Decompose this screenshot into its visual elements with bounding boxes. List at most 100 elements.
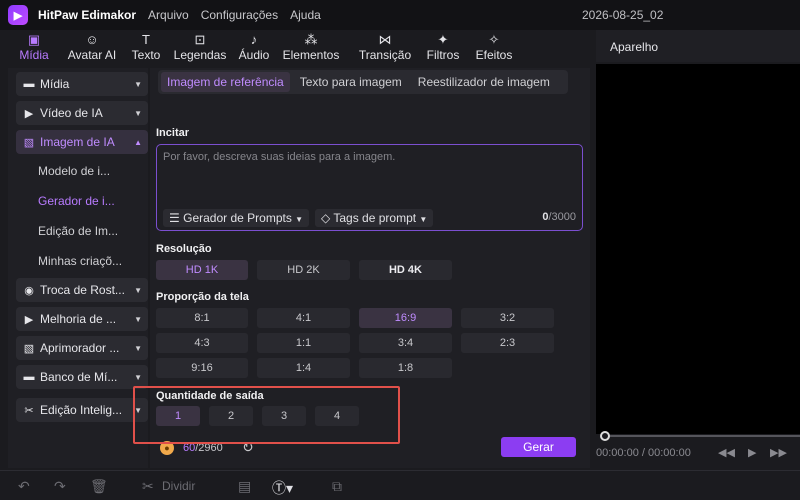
prompt-textarea[interactable]: Por favor, descreva suas ideias para a i… [156, 144, 583, 231]
playback-scrubber[interactable] [604, 435, 800, 437]
text-icon: T [142, 32, 150, 47]
aspect-option[interactable]: 3:2 [461, 308, 554, 328]
aspect-option[interactable]: 16:9 [359, 308, 452, 328]
sidebar-item-label: Troca de Rost... [40, 283, 125, 297]
generator-tabs: Imagem de referência Texto para imagem R… [158, 70, 568, 94]
tool-tabs: ▣ Mídia ☺ Avatar AI T Texto ⊡ Legendas ♪… [0, 30, 590, 66]
undo-icon[interactable]: ↶ [18, 478, 30, 495]
resolution-option-1k[interactable]: HD 1K [156, 260, 248, 280]
sidebar: ▬ Mídia ▼ ▶ Vídeo de IA ▼ ▧ Imagem de IA… [8, 68, 148, 468]
aspect-option[interactable]: 1:1 [257, 333, 350, 353]
preview-screen [596, 64, 800, 434]
sidebar-sub-modelo[interactable]: Modelo de i... [38, 164, 110, 178]
aspect-option[interactable]: 4:3 [156, 333, 248, 353]
sidebar-item-midia[interactable]: ▬ Mídia ▼ [16, 72, 148, 96]
filter-icon: ✦ [437, 32, 449, 47]
app-logo-icon: ▶ [8, 5, 28, 25]
tab-legendas-label: Legendas [173, 48, 227, 62]
prompt-list-icon: ☰ [169, 211, 180, 225]
aspect-option[interactable]: 9:16 [156, 358, 248, 378]
export-frame-icon[interactable]: ⧉ [332, 478, 342, 495]
prompt-tags-button[interactable]: ◇ Tags de prompt ▼ [315, 209, 434, 227]
play-icon[interactable]: ▶ [748, 446, 756, 459]
menu-arquivo[interactable]: Arquivo [148, 8, 189, 22]
aspect-option[interactable]: 8:1 [156, 308, 248, 328]
sidebar-item-banco-midia[interactable]: ▬ Banco de Mí... ▼ [16, 365, 148, 389]
aspect-option[interactable]: 2:3 [461, 333, 554, 353]
generate-button[interactable]: Gerar [501, 437, 576, 457]
sidebar-item-label: Vídeo de IA [40, 106, 103, 120]
aspect-option[interactable]: 3:4 [359, 333, 452, 353]
sidebar-item-troca-rosto[interactable]: ◉ Troca de Rost... ▼ [16, 278, 148, 302]
tab-texto-para-imagem[interactable]: Texto para imagem [294, 72, 408, 92]
scissors-icon: ✂ [24, 404, 34, 417]
transition-icon: ⋈ [378, 32, 392, 47]
tab-audio[interactable]: ♪ Áudio [236, 30, 272, 66]
sidebar-item-aprimorador[interactable]: ▧ Aprimorador ... ▼ [16, 336, 148, 360]
playback-time: 00:00:00 / 00:00:00 [596, 447, 691, 459]
sidebar-sub-edicao[interactable]: Edição de Im... [38, 224, 118, 238]
face-swap-icon: ◉ [24, 284, 34, 297]
resolution-label: Resolução [156, 243, 212, 255]
menu-configuracoes[interactable]: Configurações [201, 8, 278, 22]
split-button[interactable]: Dividir [162, 479, 195, 493]
sidebar-item-video-ia[interactable]: ▶ Vídeo de IA ▼ [16, 101, 148, 125]
aspect-ratio-label: Proporção da tela [156, 291, 249, 303]
prompt-generator-button[interactable]: ☰ Gerador de Prompts ▼ [163, 209, 310, 227]
image-enhancer-icon: ▧ [23, 342, 35, 355]
aspect-option[interactable]: 1:4 [257, 358, 350, 378]
chevron-up-icon: ▲ [134, 137, 142, 147]
sidebar-item-imagem-ia[interactable]: ▧ Imagem de IA ▲ [16, 130, 148, 154]
resolution-option-4k[interactable]: HD 4K [359, 260, 452, 280]
sidebar-sub-criacoes[interactable]: Minhas criaçõ... [38, 254, 122, 268]
tab-imagem-referencia[interactable]: Imagem de referência [161, 72, 290, 92]
prompt-label: Incitar [156, 127, 190, 139]
aspect-option[interactable]: 4:1 [257, 308, 350, 328]
tab-texto[interactable]: T Texto [128, 30, 164, 66]
delete-icon[interactable]: 🗑 [90, 478, 108, 495]
highlight-frame [133, 386, 400, 444]
preview-header: Aparelho [596, 30, 800, 62]
tab-texto-label: Texto [131, 48, 161, 62]
effects-icon: ✧ [488, 32, 500, 47]
app-title: HitPaw Edimakor [38, 8, 137, 22]
sidebar-item-label: Banco de Mí... [40, 370, 118, 384]
sidebar-item-edicao-inteligente[interactable]: ✂ Edição Intelig... ▼ [16, 398, 148, 422]
sidebar-item-label: Edição Intelig... [40, 403, 123, 417]
video-icon: ▶ [24, 107, 34, 120]
tab-efeitos[interactable]: ✧ Efeitos [472, 30, 516, 66]
tab-reestilizador[interactable]: Reestilizador de imagem [412, 72, 556, 92]
chevron-down-icon: ▼ [134, 108, 142, 118]
tab-filtros-label: Filtros [426, 48, 460, 62]
previous-frame-icon[interactable]: ◀◀ [718, 446, 735, 459]
media-icon: ▣ [27, 32, 41, 47]
tab-midia[interactable]: ▣ Mídia [14, 30, 54, 66]
resolution-option-2k[interactable]: HD 2K [257, 260, 350, 280]
tab-elementos[interactable]: ⁂ Elementos [280, 30, 342, 66]
sidebar-item-label: Imagem de IA [40, 135, 115, 149]
preview-panel: Aparelho 00:00:00 / 00:00:00 ◀◀ ▶ ▶▶ [596, 30, 800, 470]
aspect-option[interactable]: 1:8 [359, 358, 452, 378]
playhead-knob[interactable] [600, 431, 610, 441]
menu-ajuda[interactable]: Ajuda [290, 8, 321, 22]
redo-icon[interactable]: ↷ [54, 478, 66, 495]
tab-avatar-ai-label: Avatar AI [67, 48, 117, 62]
sidebar-sub-gerador[interactable]: Gerador de i... [38, 194, 115, 208]
prompt-tags-label: Tags de prompt [333, 211, 417, 225]
project-name: 2026-08-25_02 [582, 8, 664, 22]
tab-legendas[interactable]: ⊡ Legendas [172, 30, 228, 66]
char-max: /3000 [548, 211, 576, 223]
tab-transicao[interactable]: ⋈ Transição [356, 30, 414, 66]
tab-midia-label: Mídia [19, 48, 49, 62]
sidebar-item-melhoria[interactable]: ▶ Melhoria de ... ▼ [16, 307, 148, 331]
tab-avatar-ai[interactable]: ☺ Avatar AI [64, 30, 120, 66]
elements-icon: ⁂ [304, 32, 318, 47]
tab-efeitos-label: Efeitos [475, 48, 513, 62]
tab-transicao-label: Transição [358, 48, 412, 62]
scissors-icon: ✂ [142, 478, 154, 494]
subtitle-icon[interactable]: ▤ [238, 478, 251, 495]
tab-filtros[interactable]: ✦ Filtros [424, 30, 462, 66]
chevron-down-icon: ▼ [134, 314, 142, 324]
text-tool-icon[interactable]: Ⓣ▾ [272, 478, 293, 498]
next-frame-icon[interactable]: ▶▶ [770, 446, 787, 459]
